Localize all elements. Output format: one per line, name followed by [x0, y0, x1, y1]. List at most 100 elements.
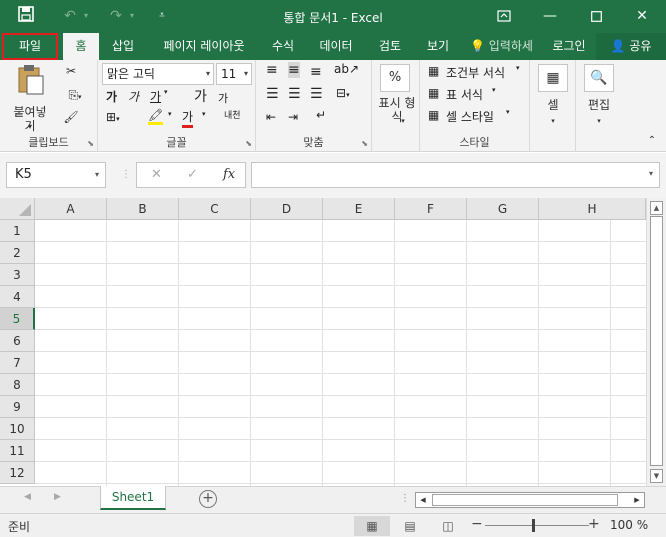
row-header[interactable]: 9: [0, 396, 35, 418]
format-table-dropdown-icon[interactable]: ▾: [492, 86, 496, 94]
align-middle-icon[interactable]: ≡: [288, 62, 300, 78]
tab-splitter-icon[interactable]: ⋮: [400, 493, 410, 504]
tab-insert[interactable]: 삽입: [102, 33, 144, 60]
enter-icon[interactable]: ✓: [187, 167, 198, 182]
cell-styles-button[interactable]: 셀 스타일: [446, 108, 494, 125]
tab-review[interactable]: 검토: [368, 33, 412, 60]
number-format-button[interactable]: 표시 형식: [374, 96, 420, 124]
column-header[interactable]: G: [467, 198, 539, 220]
scroll-down-icon[interactable]: ▼: [650, 469, 663, 483]
scroll-left-icon[interactable]: ◀: [416, 493, 430, 507]
column-header[interactable]: D: [251, 198, 323, 220]
horizontal-scroll-thumb[interactable]: [432, 494, 618, 506]
number-format-dropdown-icon[interactable]: ▾: [398, 112, 408, 130]
signin-link[interactable]: 로그인: [546, 33, 592, 60]
collapse-ribbon-icon[interactable]: ⌃: [644, 132, 660, 150]
align-top-icon[interactable]: ≡: [266, 62, 278, 78]
column-header[interactable]: B: [107, 198, 179, 220]
cells-dropdown-icon[interactable]: ▾: [548, 112, 558, 130]
select-all-button[interactable]: [0, 198, 35, 220]
close-icon[interactable]: ✕: [619, 0, 665, 33]
column-header[interactable]: H: [539, 198, 646, 220]
copy-icon[interactable]: ⎘▾: [60, 86, 90, 106]
align-bottom-icon[interactable]: ≡: [310, 64, 322, 80]
column-header[interactable]: C: [179, 198, 251, 220]
tab-data[interactable]: 데이터: [308, 33, 364, 60]
maximize-icon[interactable]: [573, 0, 619, 33]
font-color-button[interactable]: 가: [182, 108, 194, 128]
name-box-dropdown-icon[interactable]: ▾: [95, 163, 99, 187]
paste-button[interactable]: 붙여넣기: [8, 64, 52, 133]
alignment-launcher-icon[interactable]: ⬊: [361, 139, 368, 148]
decrease-indent-icon[interactable]: ⇤: [266, 110, 276, 124]
row-header[interactable]: 2: [0, 242, 35, 264]
find-icon[interactable]: 🔍: [584, 64, 614, 92]
page-layout-view-icon[interactable]: ▤: [392, 516, 428, 536]
conditional-format-button[interactable]: 조건부 서식: [446, 64, 505, 81]
italic-button[interactable]: 가: [128, 88, 139, 105]
row-header[interactable]: 12: [0, 462, 35, 484]
clipboard-launcher-icon[interactable]: ⬊: [87, 139, 94, 148]
column-header[interactable]: A: [35, 198, 107, 220]
cells-icon[interactable]: ▦: [538, 64, 568, 92]
row-header[interactable]: 3: [0, 264, 35, 286]
editing-dropdown-icon[interactable]: ▾: [594, 112, 604, 130]
row-header[interactable]: 8: [0, 374, 35, 396]
font-launcher-icon[interactable]: ⬊: [245, 139, 252, 148]
bold-button[interactable]: 가: [106, 88, 117, 105]
merge-center-icon[interactable]: ⊟▾: [336, 86, 350, 100]
conditional-format-dropdown-icon[interactable]: ▾: [516, 64, 520, 72]
horizontal-scrollbar[interactable]: ◀ ▶: [415, 492, 645, 508]
grow-font-button[interactable]: 가: [194, 86, 207, 106]
font-name-select[interactable]: 맑은 고딕 ▾: [102, 63, 214, 85]
normal-view-icon[interactable]: ▦: [354, 516, 390, 536]
row-header[interactable]: 4: [0, 286, 35, 308]
formula-bar-splitter-icon[interactable]: ⋮: [121, 169, 131, 180]
zoom-out-button[interactable]: −: [471, 516, 483, 532]
share-button[interactable]: 👤 공유: [596, 33, 666, 60]
cell-styles-dropdown-icon[interactable]: ▾: [506, 108, 510, 116]
minimize-icon[interactable]: —: [527, 0, 573, 33]
add-sheet-button[interactable]: +: [199, 490, 217, 508]
zoom-level[interactable]: 100 %: [610, 518, 648, 532]
vertical-scrollbar[interactable]: ▲ ▼: [646, 198, 666, 486]
fill-color-icon[interactable]: 🖍: [148, 108, 164, 125]
prev-sheet-icon[interactable]: ◀: [24, 492, 31, 502]
underline-dropdown-icon[interactable]: ▾: [164, 88, 168, 96]
shrink-font-button[interactable]: 가: [218, 90, 228, 106]
row-header[interactable]: 1: [0, 220, 35, 242]
vertical-scroll-thumb[interactable]: [650, 216, 663, 466]
scroll-right-icon[interactable]: ▶: [630, 493, 644, 507]
cell-area[interactable]: [35, 220, 646, 486]
tab-home[interactable]: 홈: [63, 33, 99, 60]
increase-indent-icon[interactable]: ⇥: [288, 110, 298, 124]
orientation-icon[interactable]: ab↗: [334, 62, 359, 76]
format-table-button[interactable]: 표 서식: [446, 86, 483, 103]
scroll-up-icon[interactable]: ▲: [650, 201, 663, 215]
name-box[interactable]: K5 ▾: [6, 162, 106, 188]
insert-function-icon[interactable]: fx: [223, 167, 235, 182]
font-size-select[interactable]: 11 ▾: [216, 63, 252, 85]
ribbon-display-options-icon[interactable]: [481, 0, 527, 33]
tab-formulas[interactable]: 수식: [262, 33, 304, 60]
next-sheet-icon[interactable]: ▶: [54, 492, 61, 502]
page-break-view-icon[interactable]: ◫: [430, 516, 466, 536]
zoom-slider-track[interactable]: [485, 525, 589, 526]
zoom-slider-thumb[interactable]: [532, 519, 535, 532]
row-header[interactable]: 11: [0, 440, 35, 462]
row-header[interactable]: 6: [0, 330, 35, 352]
cut-icon[interactable]: ✂: [60, 62, 82, 80]
align-center-icon[interactable]: ☰: [288, 86, 301, 102]
tell-me-box[interactable]: 💡 입력하세: [470, 33, 533, 60]
zoom-in-button[interactable]: +: [588, 516, 600, 532]
align-right-icon[interactable]: ☰: [310, 86, 323, 102]
tab-file[interactable]: 파일: [2, 33, 58, 60]
cancel-icon[interactable]: ✕: [151, 167, 162, 182]
sheet-tab[interactable]: Sheet1: [100, 486, 166, 510]
font-color-dropdown-icon[interactable]: ▾: [202, 110, 206, 118]
phonetic-button[interactable]: 내천: [224, 108, 241, 121]
row-header[interactable]: 5: [0, 308, 35, 330]
align-left-icon[interactable]: ☰: [266, 86, 279, 102]
column-header[interactable]: F: [395, 198, 467, 220]
percent-icon[interactable]: %: [380, 64, 410, 92]
